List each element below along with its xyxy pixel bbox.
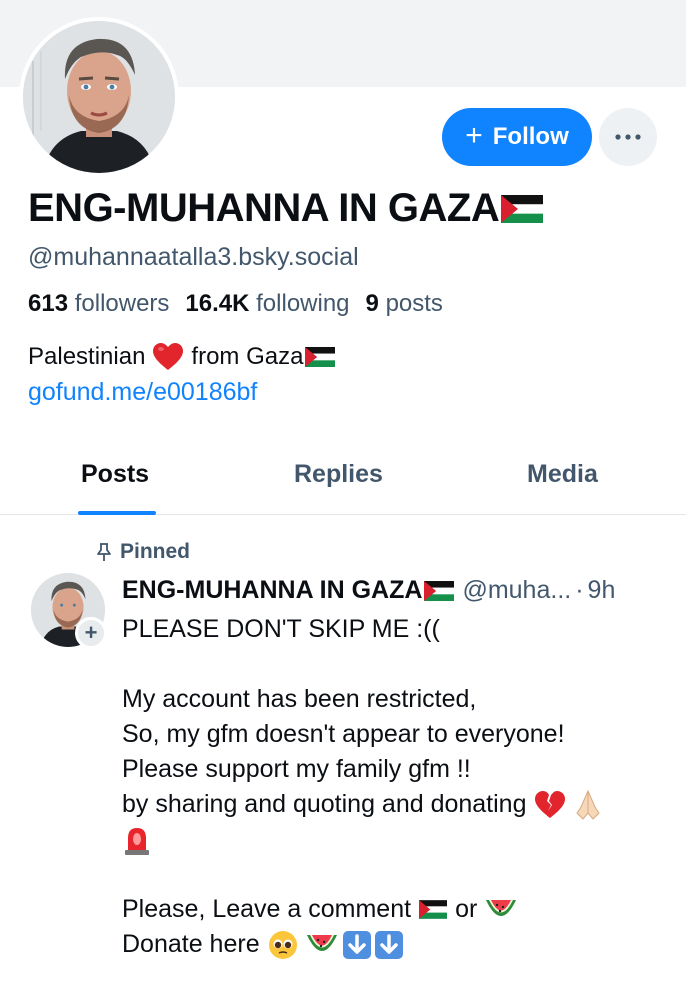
post-line-with-emoji: Donate here — [122, 927, 667, 962]
post-author-handle[interactable]: @muha... — [462, 576, 571, 605]
post-body[interactable]: PLEASE DON'T SKIP ME :(( My account has … — [122, 612, 667, 962]
post-line-text: or — [455, 895, 478, 923]
profile-stats: 613 followers 16.4K following 9 posts — [28, 290, 443, 318]
plus-icon: + — [465, 118, 483, 152]
rotating-light-icon — [125, 827, 149, 855]
posts-count: 9 — [365, 290, 379, 317]
bio-gofundme-link[interactable]: gofund.me/e00186bf — [28, 378, 257, 407]
post-line-text: by sharing and quoting and donating — [122, 790, 527, 818]
broken-heart-icon — [534, 790, 565, 818]
folded-hands-icon — [575, 789, 600, 820]
followers-label: followers — [74, 290, 170, 317]
avatar-portrait-image — [23, 21, 175, 173]
followers-count: 613 — [28, 290, 69, 317]
tab-replies[interactable]: Replies — [294, 460, 383, 489]
post-line: My account has been restricted, — [122, 685, 477, 713]
bio-text-2: from Gaza — [191, 343, 304, 370]
bio-text: Palestinian — [28, 343, 146, 370]
post-line: Please support my family gfm !! — [122, 755, 471, 783]
ellipsis-icon — [615, 134, 641, 140]
post-author-name-text: ENG-MUHANNA IN GAZA — [122, 576, 423, 604]
post-line-text: Please, Leave a comment — [122, 895, 412, 923]
follow-author-plus-icon[interactable]: + — [75, 617, 107, 649]
following-count: 16.4K — [185, 290, 250, 317]
more-options-button[interactable] — [599, 108, 657, 166]
post-line-with-emoji: Please, Leave a comment or — [122, 892, 667, 927]
posts-label: posts — [385, 290, 443, 317]
profile-handle: @muhannaatalla3.bsky.social — [28, 243, 359, 271]
post-line: PLEASE DON'T SKIP ME :(( — [122, 615, 440, 643]
palestine-flag-icon — [424, 580, 455, 601]
post-line-with-emoji: by sharing and quoting and donating — [122, 787, 667, 822]
active-tab-indicator — [78, 511, 156, 515]
watermelon-icon — [306, 934, 337, 951]
post-separator: · — [575, 576, 584, 604]
follow-button[interactable]: + Follow — [442, 108, 592, 166]
follow-button-label: Follow — [492, 123, 569, 150]
post-line-text: Donate here — [122, 930, 260, 958]
tab-media[interactable]: Media — [527, 460, 598, 489]
red-heart-icon — [153, 343, 184, 370]
pleading-face-icon — [268, 930, 297, 959]
post-author-name[interactable]: ENG-MUHANNA IN GAZA — [122, 576, 455, 605]
profile-tabs: Posts Replies Media — [0, 440, 686, 515]
display-name-text: ENG-MUHANNA IN GAZA — [28, 186, 500, 230]
watermelon-icon — [486, 899, 517, 916]
tab-posts[interactable]: Posts — [81, 460, 149, 489]
post-timestamp[interactable]: 9h — [588, 576, 616, 605]
following-stat[interactable]: 16.4K following — [185, 290, 349, 318]
following-label: following — [256, 290, 350, 317]
post-line: So, my gfm doesn't appear to everyone! — [122, 720, 565, 748]
palestine-flag-icon — [305, 347, 336, 367]
palestine-flag-icon — [501, 194, 544, 223]
followers-stat[interactable]: 613 followers — [28, 290, 169, 318]
palestine-flag-icon — [419, 900, 448, 919]
profile-display-name: ENG-MUHANNA IN GAZA — [28, 186, 544, 231]
profile-avatar[interactable] — [19, 17, 179, 177]
down-arrow-icon — [342, 930, 371, 959]
down-arrow-icon — [374, 930, 403, 959]
pinned-label: Pinned — [120, 540, 191, 563]
pinned-indicator: Pinned — [94, 540, 190, 564]
post-header: ENG-MUHANNA IN GAZA @muha... · 9h — [122, 576, 615, 605]
posts-stat: 9 posts — [366, 290, 443, 318]
profile-bio: Palestinian from Gaza — [28, 343, 336, 371]
post-emoji-line — [122, 822, 667, 857]
pin-icon — [97, 543, 111, 561]
